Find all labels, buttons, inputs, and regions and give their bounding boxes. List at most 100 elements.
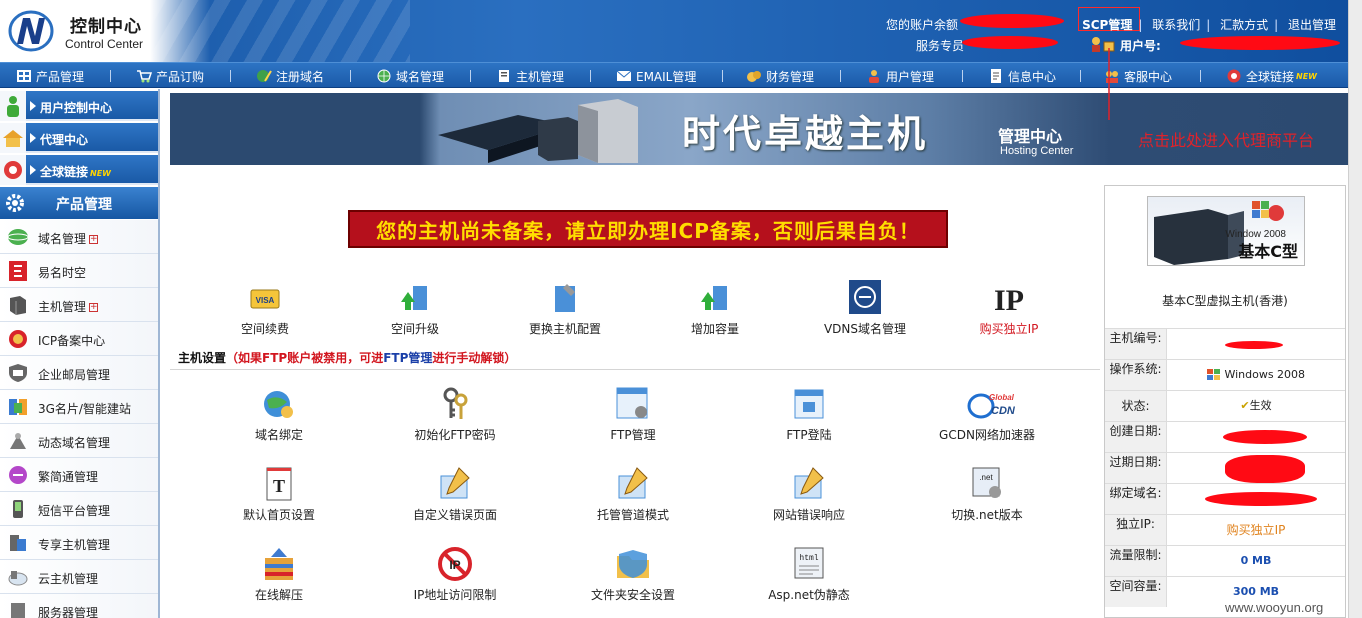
upgrade-icon: [401, 286, 427, 310]
new-badge: NEW: [1296, 71, 1317, 81]
scp-manage-link[interactable]: SCP管理: [1082, 18, 1132, 32]
setting-online-unzip[interactable]: 在线解压: [204, 546, 354, 603]
nav-product-manage[interactable]: 产品管理: [16, 67, 84, 85]
action-space-upgrade[interactable]: 空间升级: [340, 280, 490, 337]
check-icon: ✔: [1240, 399, 1250, 412]
support-icon: [1106, 71, 1118, 83]
redaction-mark: [1223, 430, 1307, 444]
redaction-mark: [1225, 455, 1305, 483]
setting-ip-access-restrict[interactable]: IP IP地址访问限制: [380, 546, 530, 603]
svg-text:html: html: [799, 554, 818, 563]
grid-icon: [17, 70, 31, 82]
server-icon: [499, 70, 509, 82]
setting-aspnet-rewrite[interactable]: html Asp.net伪静态: [734, 546, 884, 603]
sidebar-item-agent-center[interactable]: 代理中心: [0, 123, 158, 153]
svg-text:CDN: CDN: [991, 405, 1016, 417]
expand-plus-icon[interactable]: +: [89, 235, 99, 244]
expand-plus-icon[interactable]: +: [89, 303, 99, 312]
setting-folder-security[interactable]: 文件夹安全设置: [558, 546, 708, 603]
keys-icon: [443, 387, 468, 419]
nav-product-order[interactable]: 产品订购: [136, 67, 204, 85]
emblem-icon: [9, 330, 27, 348]
redaction-mark: [962, 36, 1058, 49]
action-space-renew[interactable]: VISA 空间续费: [190, 280, 340, 337]
config-icon: [555, 284, 575, 312]
setting-custom-error-page[interactable]: 自定义错误页面: [380, 466, 530, 523]
setting-default-homepage[interactable]: T 默认首页设置: [204, 466, 354, 523]
nav-finance-manage[interactable]: 财务管理: [746, 67, 814, 85]
sidebar-item-server-manage[interactable]: 服务器管理: [0, 594, 158, 618]
sidebar-item-user-control-center[interactable]: 用户控制中心: [0, 91, 158, 121]
nav-info-center[interactable]: 信息中心: [988, 67, 1056, 85]
sidebar-item-domain-manage[interactable]: 域名管理 +: [0, 220, 158, 254]
sidebar-item-sms-platform[interactable]: 短信平台管理: [0, 492, 158, 526]
info-row-bound-domain: 绑定域名:: [1105, 483, 1345, 514]
sidebar-item-dynamic-dns[interactable]: 动态域名管理: [0, 424, 158, 458]
setting-site-error-response[interactable]: 网站错误响应: [734, 466, 884, 523]
info-row-traffic: 流量限制: 0 MB: [1105, 545, 1345, 576]
vdns-icon: [849, 280, 881, 314]
action-buy-ip[interactable]: IP 购买独立IP: [934, 280, 1084, 337]
buy-ip-link[interactable]: 购买独立IP: [1167, 515, 1345, 545]
global-cdn-icon: Global CDN: [967, 393, 1016, 419]
action-change-config[interactable]: 更换主机配置: [490, 280, 640, 337]
cart-icon: [137, 70, 152, 83]
pipeline-icon: [618, 467, 648, 499]
logo-title: 控制中心: [70, 17, 142, 37]
hk-flag-icon: [4, 161, 22, 179]
info-row-os: 操作系统: Windows 2008: [1105, 359, 1345, 390]
sidebar-item-ename[interactable]: 易名时空: [0, 254, 158, 288]
redaction-mark: [1180, 36, 1340, 50]
setting-domain-binding[interactable]: 域名绑定: [204, 386, 354, 443]
ftp-login-icon: [794, 389, 824, 419]
sidebar-item-icp-center[interactable]: ICP备案中心: [0, 322, 158, 356]
product-info-panel: Window 2008 基本C型 基本C型虚拟主机(香港) 主机编号: 操作系统…: [1104, 185, 1346, 618]
user-icon: [1092, 37, 1115, 52]
nav-global-link[interactable]: 全球链接 NEW: [1226, 67, 1317, 85]
nav-host-manage[interactable]: 主机管理: [496, 67, 564, 85]
action-vdns-manage[interactable]: VDNS域名管理: [790, 280, 940, 337]
sidebar-item-3g-card[interactable]: 3G名片/智能建站: [0, 390, 158, 424]
setting-gcdn-accelerator[interactable]: Global CDN GCDN网络加速器: [912, 386, 1062, 443]
phone-icon: [13, 500, 23, 518]
header-stripe-decoration: [150, 0, 410, 62]
vertical-scrollbar[interactable]: [1348, 0, 1362, 618]
nav-domain-manage[interactable]: 域名管理: [376, 67, 444, 85]
globe-icon: [7, 229, 29, 245]
info-row-host-id: 主机编号:: [1105, 328, 1345, 359]
unzip-icon: [265, 548, 293, 580]
nav-user-manage[interactable]: 用户管理: [866, 67, 934, 85]
annotation-arrow-line: [1108, 48, 1110, 120]
contact-link[interactable]: 联系我们: [1152, 18, 1200, 32]
action-add-capacity[interactable]: 增加容量: [640, 280, 790, 337]
server-cluster-image: [438, 99, 638, 163]
gear-icon: [6, 194, 24, 212]
sidebar-item-cloud-host[interactable]: 云主机管理: [0, 560, 158, 594]
sidebar-item-fanjiantong[interactable]: 繁简通管理: [0, 458, 158, 492]
svg-text:IP: IP: [994, 284, 1024, 316]
product-server-image: Window 2008 基本C型: [1154, 201, 1298, 265]
setting-ftp-manage[interactable]: FTP管理: [558, 386, 708, 443]
sidebar-item-dedicated-host[interactable]: 专享主机管理: [0, 526, 158, 560]
nav-support-center[interactable]: 客服中心: [1104, 67, 1172, 85]
top-header: 控制中心 Control Center 您的账户余额 服务专员 SCP管理 | 联…: [0, 0, 1362, 62]
setting-init-ftp-password[interactable]: 初始化FTP密码: [380, 386, 530, 443]
ftp-manage-link[interactable]: FTP管理: [383, 351, 432, 365]
ftp-window-icon: [616, 387, 648, 419]
logo-icon: [8, 10, 54, 52]
sidebar-product-header[interactable]: 产品管理: [0, 187, 158, 219]
nav-register-domain[interactable]: 注册域名: [256, 67, 324, 85]
setting-managed-pipeline[interactable]: 托管管道模式: [558, 466, 708, 523]
global-link-icon: [1227, 69, 1241, 83]
nav-email-manage[interactable]: EMAIL管理: [616, 67, 696, 85]
setting-switch-dotnet[interactable]: .net 切换.net版本: [912, 466, 1062, 523]
logout-link[interactable]: 退出管理: [1288, 18, 1336, 32]
sidebar-item-host-manage[interactable]: 主机管理 +: [0, 288, 158, 322]
setting-ftp-login[interactable]: FTP登陆: [734, 386, 884, 443]
svg-text:T: T: [273, 476, 285, 496]
remittance-link[interactable]: 汇款方式: [1220, 18, 1268, 32]
sidebar-item-global-link[interactable]: 全球链接 NEW: [0, 155, 158, 185]
icp-warning-banner: 您的主机尚未备案，请立即办理ICP备案，否则后果自负！: [348, 210, 948, 248]
sidebar-item-enterprise-mail[interactable]: 企业邮局管理: [0, 356, 158, 390]
host-settings-title: 主机设置（如果FTP账户被禁用，可进FTP管理进行手动解锁）: [178, 351, 517, 365]
